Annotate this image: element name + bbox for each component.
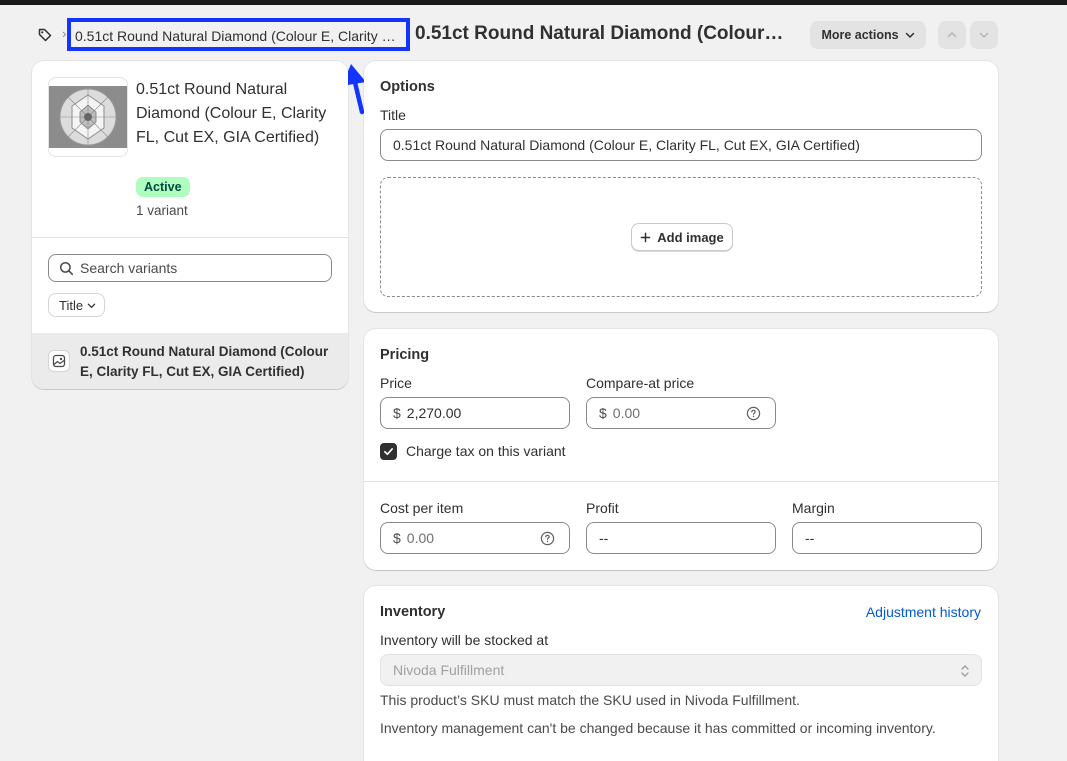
divider (32, 237, 348, 238)
select-arrows-icon (961, 665, 969, 677)
location-value: Nivoda Fulfillment (393, 662, 505, 678)
inventory-heading: Inventory (380, 604, 446, 620)
chevron-down-icon (905, 32, 914, 39)
top-bar (0, 0, 1067, 5)
status-badge: Active (136, 177, 190, 197)
product-thumbnail[interactable] (48, 77, 128, 157)
page-title: 0.51ct Round Natural Diamond (Colour E, … (415, 23, 787, 44)
image-icon (48, 350, 70, 372)
margin-value: -- (805, 530, 815, 546)
title-input[interactable] (393, 137, 969, 153)
charge-tax-checkbox[interactable] (380, 443, 397, 460)
check-icon (384, 448, 393, 456)
profit-label: Profit (586, 500, 619, 516)
profit-value: -- (599, 530, 609, 546)
plus-icon (640, 232, 651, 242)
product-name: 0.51ct Round Natural Diamond (Colour E, … (136, 81, 327, 146)
margin-field: -- (792, 522, 982, 554)
page-header: › 0.51ct Round Natural Diamond (Colour E… (32, 18, 1000, 52)
pricing-card: Pricing Price $ Compare-at price $ Charg… (364, 329, 998, 570)
image-dropzone[interactable]: Add image (380, 177, 982, 297)
price-field[interactable]: $ (380, 397, 570, 429)
currency-symbol: $ (393, 530, 401, 546)
breadcrumb-separator: › (62, 26, 67, 41)
question-circle-icon[interactable] (540, 531, 555, 546)
next-item-button[interactable] (970, 21, 998, 49)
options-card: Options Title Add image (364, 61, 998, 312)
inventory-management-help-text: Inventory management can't be changed be… (380, 720, 936, 736)
stocked-at-label: Inventory will be stocked at (380, 632, 549, 648)
title-field-label: Title (380, 107, 406, 123)
compare-at-price-input[interactable] (612, 405, 763, 421)
cost-per-item-field[interactable]: $ (380, 522, 570, 554)
pricing-heading: Pricing (380, 347, 430, 363)
margin-label: Margin (792, 500, 835, 516)
currency-symbol: $ (393, 405, 401, 421)
location-select[interactable]: Nivoda Fulfillment (380, 654, 982, 686)
search-variants-box[interactable] (48, 254, 332, 282)
search-variants-input[interactable] (80, 260, 320, 276)
previous-item-button[interactable] (938, 21, 966, 49)
title-filter-label: Title (59, 297, 84, 313)
variant-count: 1 variant (136, 203, 188, 218)
adjustment-history-link[interactable]: Adjustment history (866, 604, 981, 620)
compare-at-price-label: Compare-at price (586, 375, 695, 391)
title-filter-button[interactable]: Title (48, 293, 106, 317)
chevron-up-icon (947, 31, 957, 38)
more-actions-label: More actions (821, 28, 899, 42)
cost-per-item-input[interactable] (406, 530, 557, 546)
add-image-label: Add image (657, 229, 724, 245)
divider (364, 481, 998, 482)
variant-list-item[interactable]: 0.51ct Round Natural Diamond (Colour E, … (32, 333, 348, 389)
price-input[interactable] (406, 405, 557, 421)
breadcrumb-product-link[interactable]: 0.51ct Round Natural Diamond (Colour E, … (67, 18, 410, 51)
sku-help-text: This product’s SKU must match the SKU us… (380, 692, 800, 708)
search-icon (59, 261, 74, 275)
options-heading: Options (380, 79, 435, 95)
compare-at-price-field[interactable]: $ (586, 397, 776, 429)
price-label: Price (380, 375, 412, 391)
inventory-card: Inventory Adjustment history Inventory w… (364, 586, 998, 761)
add-image-button[interactable]: Add image (631, 223, 733, 251)
variant-title: 0.51ct Round Natural Diamond (Colour E, … (80, 344, 329, 379)
cost-per-item-label: Cost per item (380, 500, 464, 516)
title-field[interactable] (380, 129, 982, 161)
more-actions-button[interactable]: More actions (810, 21, 926, 49)
question-circle-icon[interactable] (746, 406, 761, 421)
product-summary-card: 0.51ct Round Natural Diamond (Colour E, … (32, 61, 348, 389)
tag-icon[interactable] (37, 27, 53, 43)
chevron-down-icon (87, 303, 96, 308)
chevron-down-icon (979, 32, 989, 39)
profit-field: -- (586, 522, 776, 554)
charge-tax-label[interactable]: Charge tax on this variant (406, 443, 566, 459)
currency-symbol: $ (599, 405, 607, 421)
diamond-image (49, 86, 127, 148)
